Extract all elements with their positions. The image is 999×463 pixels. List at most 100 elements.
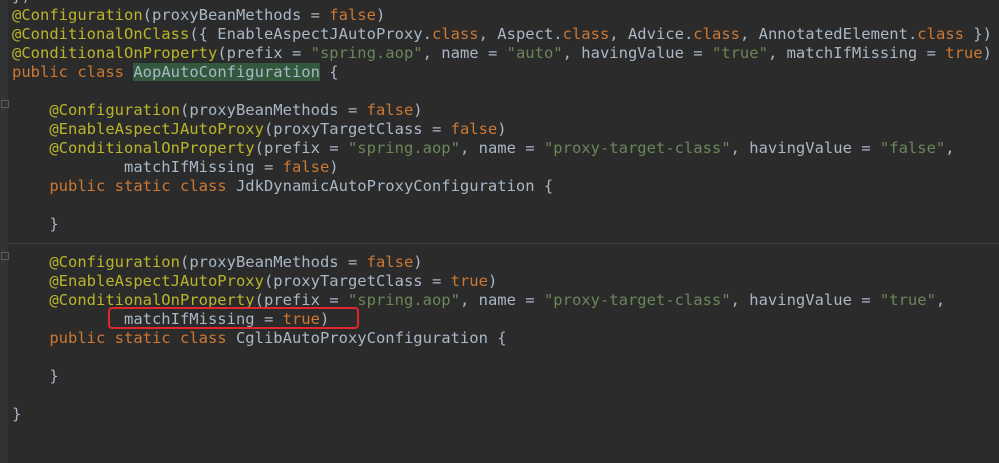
code-token: "proxy-target-class"	[543, 291, 731, 309]
code-line[interactable]	[12, 348, 999, 367]
code-line[interactable]	[12, 82, 999, 101]
code-line[interactable]: @ConditionalOnProperty(prefix = "spring.…	[12, 44, 999, 63]
code-token: class	[431, 25, 479, 43]
code-token: "spring.aop"	[347, 291, 460, 309]
code-token: false	[450, 120, 498, 138]
code-token: "false"	[879, 139, 946, 157]
code-token: "true"	[879, 291, 936, 309]
code-token: @EnableAspectJAutoProxy	[49, 272, 264, 290]
code-token: "proxy-target-class"	[543, 139, 731, 157]
code-token: class	[693, 25, 740, 43]
code-token: public static class	[49, 177, 236, 195]
code-token: , Advice.	[609, 25, 694, 43]
code-line[interactable]: }	[12, 215, 999, 234]
code-token: ,	[935, 291, 946, 309]
code-token: )	[329, 158, 339, 176]
code-token: })	[963, 25, 992, 43]
code-token: @Configuration	[49, 101, 180, 119]
code-token: false	[282, 158, 330, 176]
code-line[interactable]: @EnableAspectJAutoProxy(proxyTargetClass…	[12, 272, 999, 291]
code-token: , matchIfMissing =	[767, 44, 946, 62]
code-token: JdkDynamicAutoProxyConfiguration {	[235, 177, 554, 195]
code-token: }	[12, 215, 59, 233]
code-token: )	[413, 253, 423, 271]
code-token: (prefix =	[217, 44, 311, 62]
code-token: , name =	[459, 139, 544, 157]
code-line[interactable]: matchIfMissing = false)	[12, 158, 999, 177]
code-token: , name =	[422, 44, 507, 62]
code-line[interactable]: @EnableAspectJAutoProxy(proxyTargetClass…	[12, 120, 999, 139]
code-token: {	[319, 63, 339, 81]
code-token: @Configuration	[12, 6, 143, 24]
code-token: (proxyTargetClass =	[263, 272, 451, 290]
code-token: @Configuration	[49, 253, 180, 271]
code-token: CglibAutoProxyConfiguration {	[235, 329, 507, 347]
code-token: )	[375, 6, 386, 24]
code-token: (prefix =	[254, 139, 348, 157]
code-token: )	[487, 272, 498, 290]
code-token: true	[945, 44, 983, 62]
code-token: "spring.aop"	[347, 139, 460, 157]
code-token: , name =	[459, 291, 544, 309]
code-token: (proxyTargetClass =	[263, 120, 451, 138]
code-token: false	[366, 101, 414, 119]
editor-gutter	[0, 0, 8, 463]
code-line[interactable]: }	[12, 367, 999, 386]
code-token: false	[366, 253, 414, 271]
code-token: matchIfMissing =	[12, 158, 283, 176]
fold-marker-icon[interactable]	[1, 100, 9, 108]
code-line[interactable]	[12, 234, 999, 253]
code-line[interactable]: }	[12, 405, 999, 424]
code-line[interactable]: @Configuration(proxyBeanMethods = false)	[12, 6, 999, 25]
code-token: )	[413, 101, 423, 119]
code-token: @ConditionalOnClass	[12, 25, 190, 43]
code-token: public static class	[49, 329, 236, 347]
code-token: "true"	[711, 44, 768, 62]
code-token: )	[982, 44, 992, 62]
fold-marker-icon[interactable]	[1, 252, 9, 260]
code-line[interactable]: public class AopAutoConfiguration {	[12, 63, 999, 82]
code-line[interactable]: @ConditionalOnClass({ EnableAspectJAutoP…	[12, 25, 999, 44]
code-token: }	[12, 405, 22, 423]
code-token: "auto"	[506, 44, 563, 62]
code-token: "spring.aop"	[310, 44, 423, 62]
code-token: (proxyBeanMethods =	[142, 6, 330, 24]
code-line[interactable]	[12, 196, 999, 215]
code-token: false	[329, 6, 376, 24]
code-editor[interactable]: })@Configuration(proxyBeanMethods = fals…	[12, 0, 999, 424]
code-token: @EnableAspectJAutoProxy	[49, 120, 264, 138]
code-line[interactable]: public static class JdkDynamicAutoProxyC…	[12, 177, 999, 196]
callout-highlight-box	[108, 307, 359, 329]
code-line[interactable]	[12, 386, 999, 405]
code-token: @ConditionalOnProperty	[49, 139, 255, 157]
code-token: ({ EnableAspectJAutoProxy.	[189, 25, 432, 43]
code-token: , havingValue =	[562, 44, 712, 62]
code-token: class	[917, 25, 964, 43]
code-token: true	[450, 272, 488, 290]
code-token: })	[12, 0, 31, 5]
code-line[interactable]: @Configuration(proxyBeanMethods = false)	[12, 253, 999, 272]
code-token: , havingValue =	[730, 139, 880, 157]
class-name-highlight: AopAutoConfiguration	[133, 63, 320, 81]
code-token: )	[497, 120, 507, 138]
code-line[interactable]: @Configuration(proxyBeanMethods = false)	[12, 101, 999, 120]
code-token: public class	[12, 63, 134, 81]
code-line[interactable]: @ConditionalOnProperty(prefix = "spring.…	[12, 139, 999, 158]
code-token: , havingValue =	[730, 291, 880, 309]
code-token: , AnnotatedElement.	[739, 25, 918, 43]
code-token: }	[12, 367, 59, 385]
code-token: (proxyBeanMethods =	[179, 253, 367, 271]
code-token: @ConditionalOnProperty	[12, 44, 218, 62]
code-token: class	[562, 25, 610, 43]
code-token: (proxyBeanMethods =	[179, 101, 367, 119]
code-token: , Aspect.	[478, 25, 563, 43]
code-line[interactable]: public static class CglibAutoProxyConfig…	[12, 329, 999, 348]
